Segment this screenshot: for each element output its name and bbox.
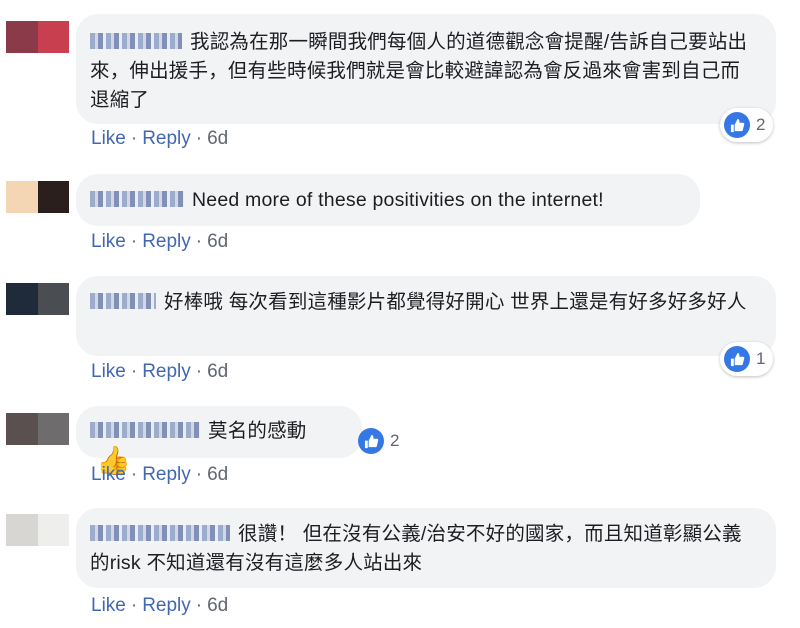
avatar[interactable] <box>6 413 69 445</box>
commenter-name[interactable] <box>90 525 230 541</box>
timestamp[interactable]: 6d <box>207 231 228 252</box>
comment-actions: Like · Reply · 6d <box>91 361 229 382</box>
comment-bubble: 我認為在那一瞬間我們每個人的道德觀念會提醒/告訴自己要站出來，伸出援手，但有些時… <box>76 14 776 124</box>
timestamp[interactable]: 6d <box>207 128 228 149</box>
timestamp[interactable]: 6d <box>207 595 228 616</box>
comment-actions: Like · Reply · 6d <box>91 231 229 252</box>
reply-link[interactable]: Reply <box>142 361 191 382</box>
comment-text: 我認為在那一瞬間我們每個人的道德觀念會提醒/告訴自己要站出來，伸出援手，但有些時… <box>90 31 748 111</box>
timestamp[interactable]: 6d <box>207 464 228 485</box>
comment-text: 莫名的感動 <box>208 420 307 442</box>
reply-link[interactable]: Reply <box>142 128 191 149</box>
reaction-count-value: 1 <box>756 349 766 368</box>
comment-text: Need more of these positivities on the i… <box>192 189 604 211</box>
avatar[interactable] <box>6 21 69 53</box>
reply-link[interactable]: Reply <box>142 231 191 252</box>
avatar[interactable] <box>6 283 69 315</box>
reply-link[interactable]: Reply <box>142 464 191 485</box>
like-link[interactable]: Like <box>91 595 126 616</box>
reaction-count[interactable]: 1 <box>720 342 774 376</box>
commenter-name[interactable] <box>90 33 182 49</box>
like-reaction-icon <box>724 346 750 372</box>
like-link[interactable]: Like <box>91 464 126 485</box>
timestamp[interactable]: 6d <box>207 361 228 382</box>
avatar[interactable] <box>6 514 69 546</box>
reaction-count[interactable]: 2 <box>354 424 407 458</box>
like-link[interactable]: Like <box>91 361 126 382</box>
commenter-name[interactable] <box>90 422 200 438</box>
like-link[interactable]: Like <box>91 128 126 149</box>
reply-link[interactable]: Reply <box>142 595 191 616</box>
reaction-count-value: 2 <box>390 431 400 450</box>
avatar[interactable] <box>6 181 69 213</box>
reaction-count-value: 2 <box>756 115 766 134</box>
comment-bubble: 很讚！ 但在沒有公義/治安不好的國家，而且知道彰顯公義的risk 不知道還有沒有… <box>76 508 776 588</box>
like-link[interactable]: Like <box>91 231 126 252</box>
comment-actions: Like · Reply · 6d <box>91 595 229 616</box>
comment-bubble: Need more of these positivities on the i… <box>76 174 700 226</box>
like-reaction-icon <box>358 428 384 454</box>
commenter-name[interactable] <box>90 293 156 309</box>
comment-bubble: 好棒哦 每次看到這種影片都覺得好開心 世界上還是有好多好多好人 <box>76 276 776 356</box>
reaction-count[interactable]: 2 <box>720 108 774 142</box>
comment-actions: Like · Reply · 6d <box>91 128 229 149</box>
commenter-name[interactable] <box>90 191 184 207</box>
like-reaction-icon <box>724 112 750 138</box>
comment-actions: Like · Reply · 6d <box>91 464 229 485</box>
comment-bubble: 莫名的感動👍 <box>76 406 362 475</box>
comment-text: 好棒哦 每次看到這種影片都覺得好開心 世界上還是有好多好多好人 <box>164 291 747 313</box>
